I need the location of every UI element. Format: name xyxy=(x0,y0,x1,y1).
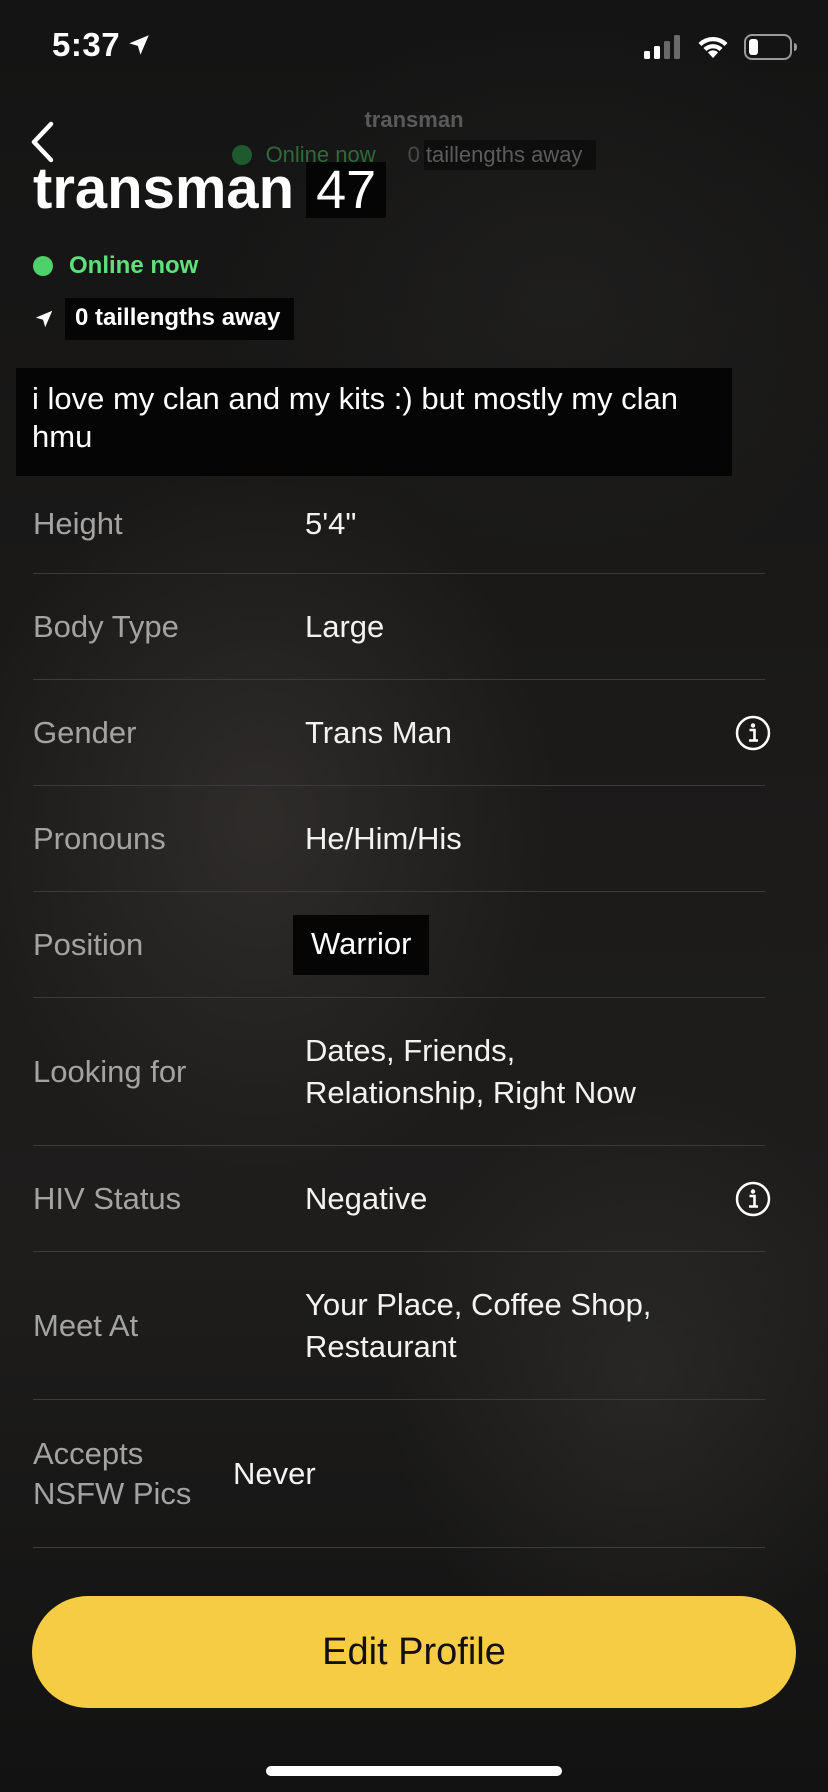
detail-row-body-type: Body Type Large xyxy=(33,574,765,680)
mini-distance-text: taillengths away xyxy=(423,140,597,170)
detail-label: Meet At xyxy=(33,1307,139,1343)
wifi-icon xyxy=(698,36,728,58)
detail-value: Warrior xyxy=(293,914,430,975)
online-status-row: Online now xyxy=(33,252,198,280)
mini-header-name: transman xyxy=(364,107,464,132)
detail-value: Negative xyxy=(305,1180,428,1216)
detail-row-gender: Gender Trans Man xyxy=(33,680,771,786)
detail-value: Your Place, Coffee Shop, Restaurant xyxy=(305,1286,652,1364)
detail-value: 5'4" xyxy=(305,505,357,541)
detail-value: Large xyxy=(305,608,385,644)
mini-distance-number: 0 xyxy=(407,142,420,167)
detail-label: Position xyxy=(33,926,144,962)
detail-value: He/Him/His xyxy=(305,820,462,856)
profile-name-row: transman 47 xyxy=(33,158,387,220)
detail-value: Dates, Friends, Relationship, Right Now xyxy=(305,1032,636,1110)
online-dot-icon xyxy=(33,256,53,276)
status-indicators xyxy=(644,34,798,60)
detail-row-height: Height 5'4" xyxy=(33,474,765,574)
location-arrow-icon xyxy=(129,35,149,55)
detail-label: HIV Status xyxy=(33,1180,182,1216)
profile-name: transman xyxy=(33,156,295,221)
edit-profile-button[interactable]: Edit Profile xyxy=(32,1596,796,1708)
detail-row-nsfw-pics: Accepts NSFW Pics Never xyxy=(33,1400,765,1548)
cellular-signal-icon xyxy=(644,35,680,59)
detail-label: Body Type xyxy=(33,608,179,644)
profile-bio: i love my clan and my kits :) but mostly… xyxy=(16,368,732,476)
profile-age: 47 xyxy=(306,162,387,218)
info-icon[interactable] xyxy=(735,715,771,751)
info-icon[interactable] xyxy=(735,1181,771,1217)
distance-row: 0 taillengths away xyxy=(33,298,295,340)
profile-details: Height 5'4" Body Type Large Gender Trans… xyxy=(33,474,771,1548)
detail-row-looking-for: Looking for Dates, Friends, Relationship… xyxy=(33,998,765,1146)
online-status: Online now xyxy=(69,252,199,279)
detail-label: Height xyxy=(33,505,123,541)
detail-row-position: Position Warrior xyxy=(33,892,765,998)
status-time: 5:37 xyxy=(52,26,152,64)
detail-row-meet-at: Meet At Your Place, Coffee Shop, Restaur… xyxy=(33,1252,765,1400)
home-indicator xyxy=(266,1766,562,1776)
profile-screen: 5:37 transman Online now 0 taillengths a… xyxy=(0,0,828,1792)
detail-value: Never xyxy=(233,1455,316,1491)
location-arrow-icon xyxy=(35,310,53,328)
detail-label: Gender xyxy=(33,714,137,750)
detail-label: Accepts NSFW Pics xyxy=(33,1435,192,1511)
detail-row-pronouns: Pronouns He/Him/His xyxy=(33,786,765,892)
distance-text: 0 taillengths away xyxy=(65,298,295,340)
detail-label: Looking for xyxy=(33,1053,187,1089)
battery-low-icon xyxy=(744,34,797,60)
status-time-text: 5:37 xyxy=(52,26,121,63)
detail-row-hiv-status: HIV Status Negative xyxy=(33,1146,771,1252)
detail-label: Pronouns xyxy=(33,820,166,856)
detail-value: Trans Man xyxy=(305,714,453,750)
